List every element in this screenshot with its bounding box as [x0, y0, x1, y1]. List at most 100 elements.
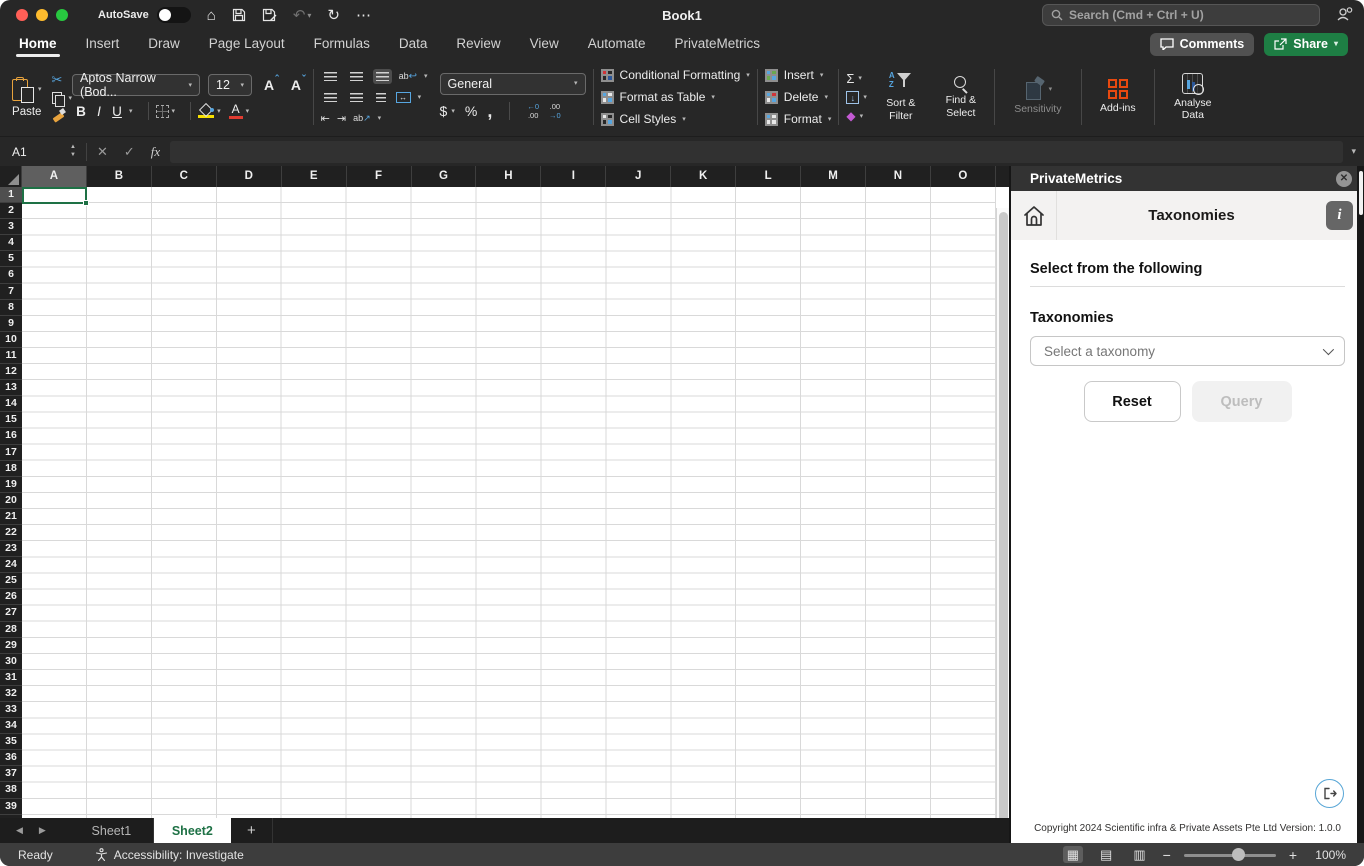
name-box-stepper[interactable]: ▲▼ [70, 144, 76, 158]
minimize-window-button[interactable] [36, 9, 48, 21]
comments-button[interactable]: Comments [1150, 33, 1255, 56]
row-header-6[interactable]: 6 [0, 267, 22, 283]
cell-styles-button[interactable]: Cell Styles▾ [601, 111, 750, 127]
row-header-5[interactable]: 5 [0, 251, 22, 267]
row-header-23[interactable]: 23 [0, 541, 22, 557]
autosave-toggle[interactable] [157, 7, 191, 23]
increase-indent-button[interactable]: ⇥ [337, 112, 346, 125]
search-input[interactable]: Search (Cmd + Ctrl + U) [1042, 4, 1320, 26]
enter-icon[interactable]: ✓ [124, 144, 135, 160]
clear-button[interactable]: ◆▾ [846, 109, 867, 123]
column-header-D[interactable]: D [217, 166, 282, 187]
selected-cell-A1[interactable] [22, 187, 87, 204]
font-name-select[interactable]: Aptos Narrow (Bod...▾ [72, 74, 200, 96]
add-sheet-button[interactable]: + [231, 818, 273, 843]
row-header-28[interactable]: 28 [0, 622, 22, 638]
row-header-15[interactable]: 15 [0, 412, 22, 428]
column-header-J[interactable]: J [606, 166, 671, 187]
decrease-indent-button[interactable]: ⇤ [321, 112, 330, 125]
zoom-slider[interactable] [1184, 848, 1276, 862]
row-header-29[interactable]: 29 [0, 638, 22, 654]
autosum-button[interactable]: Σ▾ [846, 71, 867, 86]
ribbon-tab-data[interactable]: Data [398, 32, 429, 57]
paste-button[interactable]: ▾ Paste [12, 77, 42, 118]
increase-font-size-button[interactable]: Aˆ [264, 77, 279, 93]
page-break-view-icon[interactable]: ▥ [1129, 846, 1149, 863]
close-pane-icon[interactable]: ✕ [1336, 171, 1352, 187]
column-header-M[interactable]: M [801, 166, 866, 187]
decrease-decimal-button[interactable]: .00→0 [549, 102, 561, 120]
row-header-32[interactable]: 32 [0, 686, 22, 702]
row-header-30[interactable]: 30 [0, 654, 22, 670]
row-header-3[interactable]: 3 [0, 219, 22, 235]
formula-input[interactable] [170, 141, 1343, 163]
column-header-C[interactable]: C [152, 166, 217, 187]
people-icon[interactable] [1336, 6, 1354, 22]
increase-decimal-button[interactable]: ←0.00 [527, 102, 539, 120]
fill-color-button[interactable]: ▾ [198, 104, 221, 118]
reset-button[interactable]: Reset [1084, 381, 1181, 422]
row-header-33[interactable]: 33 [0, 702, 22, 718]
sheet-nav-right-icon[interactable]: ▶ [39, 825, 46, 836]
wrap-text-button[interactable]: ab↩ [399, 71, 417, 82]
ribbon-tab-automate[interactable]: Automate [587, 32, 647, 57]
sheet-nav-left-icon[interactable]: ◀ [16, 825, 23, 836]
currency-button[interactable]: $▾ [440, 103, 455, 119]
redo-icon[interactable]: ↻ [327, 8, 340, 23]
page-layout-view-icon[interactable]: ▤ [1096, 846, 1116, 863]
font-size-select[interactable]: 12▾ [208, 74, 252, 96]
select-all-corner[interactable] [0, 166, 22, 187]
pane-scrollbar-thumb[interactable] [1359, 171, 1363, 215]
accessibility-status[interactable]: Accessibility: Investigate [95, 848, 244, 862]
align-bottom-button[interactable] [373, 69, 392, 84]
column-header-H[interactable]: H [476, 166, 541, 187]
row-header-18[interactable]: 18 [0, 461, 22, 477]
cut-icon[interactable]: ✂ [52, 72, 73, 88]
row-header-36[interactable]: 36 [0, 750, 22, 766]
column-header-N[interactable]: N [866, 166, 931, 187]
row-header-37[interactable]: 37 [0, 766, 22, 782]
row-header-14[interactable]: 14 [0, 396, 22, 412]
zoom-window-button[interactable] [56, 9, 68, 21]
fill-button[interactable]: ↓▾ [846, 91, 867, 104]
bold-button[interactable]: B [72, 104, 90, 119]
underline-button[interactable]: U▾ [108, 104, 133, 119]
row-header-39[interactable]: 39 [0, 799, 22, 815]
row-header-38[interactable]: 38 [0, 782, 22, 798]
align-right-button[interactable] [373, 90, 389, 105]
vertical-scrollbar[interactable] [996, 208, 1009, 818]
normal-view-icon[interactable]: ▦ [1063, 846, 1083, 863]
insert-cells-button[interactable]: Insert▾ [765, 67, 832, 83]
row-header-9[interactable]: 9 [0, 316, 22, 332]
zoom-out-button[interactable]: − [1163, 847, 1171, 863]
ribbon-tab-draw[interactable]: Draw [147, 32, 181, 57]
formula-bar-expand-icon[interactable]: ▾ [1351, 146, 1356, 157]
copy-button[interactable]: ▾ [52, 92, 73, 105]
row-header-22[interactable]: 22 [0, 525, 22, 541]
row-header-4[interactable]: 4 [0, 235, 22, 251]
save-icon[interactable] [232, 8, 246, 22]
info-button[interactable]: i [1326, 201, 1353, 230]
column-header-I[interactable]: I [541, 166, 606, 187]
column-header-A[interactable]: A [22, 166, 87, 187]
align-left-button[interactable] [321, 90, 340, 105]
align-middle-button[interactable] [347, 69, 366, 84]
column-header-L[interactable]: L [736, 166, 801, 187]
more-commands-icon[interactable]: ⋯ [356, 8, 371, 23]
fill-handle[interactable] [83, 200, 89, 206]
row-header-21[interactable]: 21 [0, 509, 22, 525]
name-box[interactable]: A1 [0, 145, 70, 159]
ribbon-tab-privatemetrics[interactable]: PrivateMetrics [674, 32, 762, 57]
zoom-slider-thumb[interactable] [1232, 848, 1245, 861]
cells-area[interactable] [22, 187, 996, 818]
ribbon-tab-review[interactable]: Review [455, 32, 501, 57]
row-header-26[interactable]: 26 [0, 589, 22, 605]
borders-button[interactable]: ▾ [156, 105, 176, 118]
cancel-icon[interactable]: ✕ [97, 144, 108, 160]
row-header-12[interactable]: 12 [0, 364, 22, 380]
sheet-tab-sheet2[interactable]: Sheet2 [154, 818, 231, 843]
ribbon-tab-home[interactable]: Home [18, 32, 58, 57]
row-header-10[interactable]: 10 [0, 332, 22, 348]
addins-button[interactable]: Add-ins [1089, 79, 1147, 114]
row-header-34[interactable]: 34 [0, 718, 22, 734]
